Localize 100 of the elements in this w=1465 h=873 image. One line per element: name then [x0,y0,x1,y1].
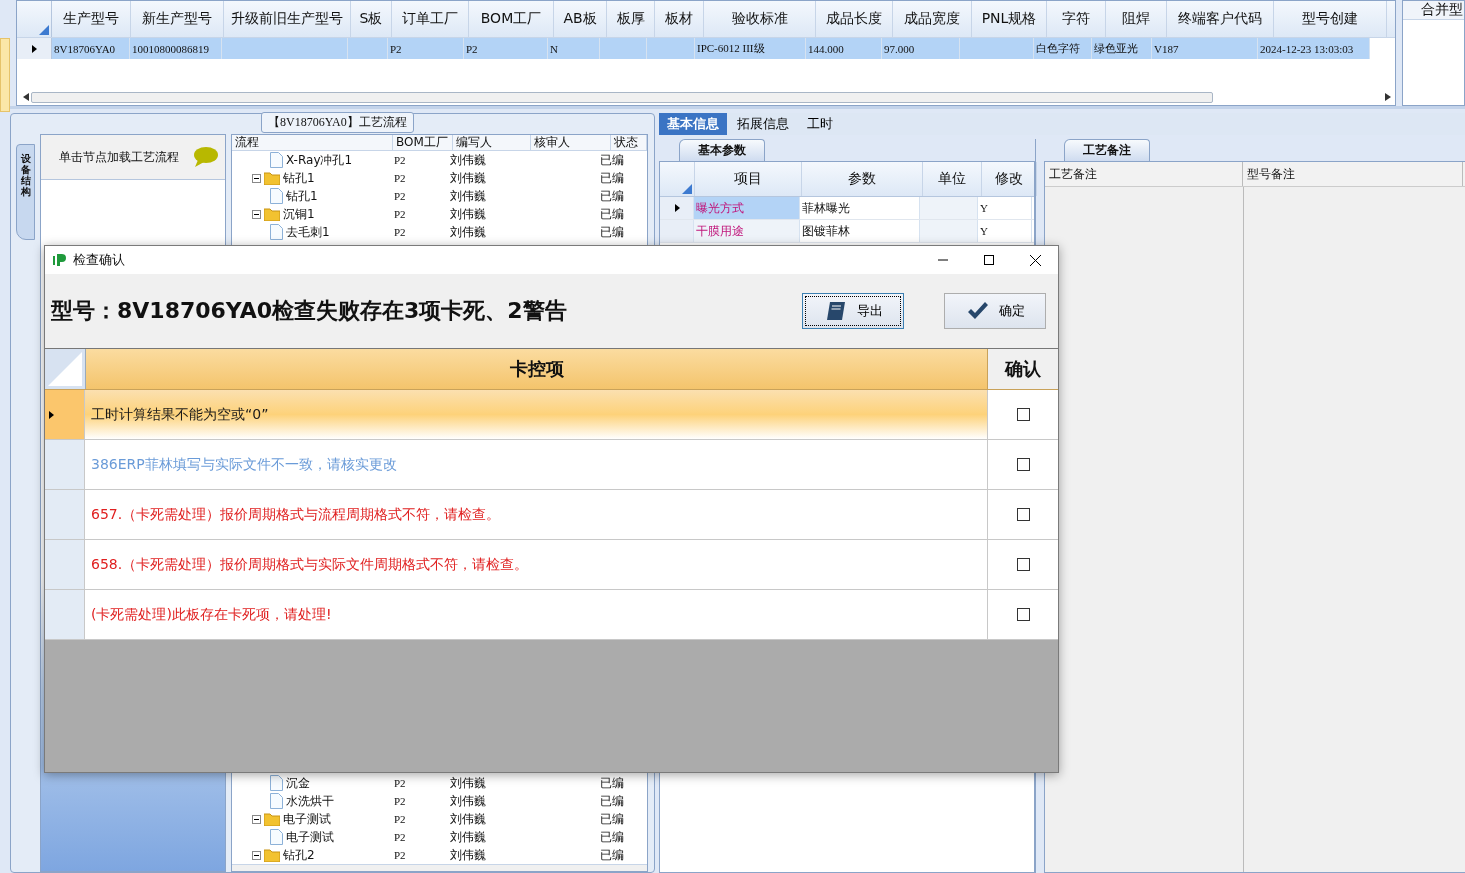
panel-title: 【8V18706YA0】工艺流程 [261,112,414,133]
tree-node[interactable]: 钻孔2 [283,846,315,864]
table-cell: P2 [388,38,464,59]
tree-node[interactable]: 电子测试 [283,810,331,828]
scroll-right-icon[interactable] [1385,93,1391,101]
check-item-text: 386ERP菲林填写与实际文件不一致，请核实更改 [91,455,397,474]
tree-node[interactable]: 电子测试 [286,828,334,846]
folder-icon [264,812,280,826]
column-header[interactable]: AB板 [554,1,607,37]
table-row[interactable]: 657.（卡死需处理）报价周期格式与流程周期格式不符，请检查。 [45,490,1058,540]
table-cell-text: 刘伟巍 [449,792,487,810]
table-row[interactable]: (卡死需处理)此板存在卡死项，请处理! [45,590,1058,640]
column-header[interactable]: 项目 [695,162,802,196]
table-cell: 曝光方式 [694,197,800,219]
table-cell: N [548,38,600,59]
column-header[interactable]: 型号创建 [1274,1,1387,37]
folder-icon [264,848,280,862]
horizontal-scrollbar[interactable] [232,864,647,871]
app-icon [53,253,67,267]
column-header[interactable]: BOM工厂 [469,1,554,37]
book-icon [825,301,847,321]
vertical-tab[interactable]: 设备结构 [16,144,36,240]
table-cell-text: 已编 [599,810,625,828]
table-cell-text: 已编 [599,151,625,169]
column-header[interactable]: 成品宽度 [893,1,972,37]
table-cell: Y [978,220,1032,242]
tree-node[interactable]: 沉金 [286,774,310,792]
tree-node[interactable]: 沉铜1 [283,205,315,223]
collapse-icon[interactable] [252,814,261,824]
column-header[interactable]: 板厚 [607,1,655,37]
checkbox[interactable] [1016,458,1030,471]
tree-node[interactable]: 钻孔1 [283,169,315,187]
column-header[interactable]: 修改 [982,162,1037,196]
column-header[interactable]: 工艺备注 [1045,162,1243,186]
scroll-left-icon[interactable] [23,93,29,101]
window-title: 检查确认 [73,251,125,269]
table-cell-text: 刘伟巍 [449,169,487,187]
check-item-text: 工时计算结果不能为空或“0” [91,405,269,424]
table-cell-text: P2 [393,172,407,184]
column-header[interactable]: PNL规格 [972,1,1047,37]
tree-node[interactable]: 水洗烘干 [286,792,334,810]
table-cell-text: P2 [393,849,407,861]
table-cell-text: 已编 [599,828,625,846]
table-cell-text: 已编 [599,169,625,187]
column-header[interactable]: 终端客户代码 [1167,1,1274,37]
column-header[interactable]: 编写人 [453,135,531,150]
tree-node[interactable]: 钻孔1 [286,187,318,205]
document-icon [270,224,283,240]
column-header[interactable]: 升级前旧生产型号 [224,1,351,37]
table-cell-text: 刘伟巍 [449,828,487,846]
column-header[interactable]: 字符 [1047,1,1106,37]
column-header[interactable]: 验收标准 [704,1,816,37]
tab[interactable]: 基本信息 [659,113,727,135]
tree-node[interactable]: X-Ray冲孔1 [286,151,353,169]
table-row[interactable]: 工时计算结果不能为空或“0” [45,390,1058,440]
checkbox[interactable] [1016,508,1030,521]
table-cell-text: P2 [393,190,407,202]
column-header[interactable]: 参数 [802,162,923,196]
checkmark-icon [967,302,989,320]
checkbox[interactable] [1016,608,1030,621]
check-item-text: 657.（卡死需处理）报价周期格式与流程周期格式不符，请检查。 [91,505,501,524]
table-cell: 2024-12-23 13:03:03 [1258,38,1370,59]
table-cell-text: 刘伟巍 [449,774,487,792]
column-header[interactable]: BOM工厂 [393,135,453,150]
column-header[interactable]: 流程 [232,135,393,150]
scrollbar-thumb[interactable] [31,91,1213,103]
column-header[interactable]: 成品长度 [816,1,893,37]
tab[interactable]: 基本参数 [679,139,765,161]
table-row[interactable]: 658.（卡死需处理）报价周期格式与实际文件周期格式不符，请检查。 [45,540,1058,590]
confirm-button[interactable]: 确定 [944,293,1046,329]
column-header[interactable]: 状态 [611,135,647,150]
checkbox[interactable] [1016,558,1030,571]
column-header[interactable]: 阻焊 [1106,1,1167,37]
collapse-icon[interactable] [252,209,261,219]
document-icon [270,829,283,845]
column-header[interactable]: 单位 [923,162,982,196]
row-header[interactable] [660,197,694,219]
tree-node[interactable]: 去毛刺1 [286,223,330,241]
collapse-icon[interactable] [252,173,261,183]
column-header[interactable]: 订单工厂 [392,1,469,37]
document-icon [270,188,283,204]
collapse-icon[interactable] [252,850,261,860]
tab[interactable]: 工时 [799,113,841,135]
column-header[interactable]: 核审人 [531,135,611,150]
column-header[interactable]: 确认 [988,349,1058,389]
column-header[interactable]: 型号备注 [1243,162,1463,186]
export-button[interactable]: 导出 [802,293,904,329]
column-header[interactable]: 生产型号 [52,1,131,37]
column-header[interactable]: S板 [351,1,392,37]
table-cell: P2 [464,38,548,59]
column-header[interactable]: 新生产型号 [131,1,224,37]
table-cell-text: 已编 [599,792,625,810]
column-header[interactable]: 合并型 [1403,1,1464,20]
table-cell: 白色字符 [1034,38,1092,59]
tab[interactable]: 工艺备注 [1064,139,1150,161]
tab[interactable]: 拓展信息 [729,113,797,135]
corner-icon [682,184,692,194]
column-header[interactable]: 板材 [655,1,704,37]
checkbox[interactable] [1016,408,1030,421]
table-cell-text: 已编 [599,774,625,792]
